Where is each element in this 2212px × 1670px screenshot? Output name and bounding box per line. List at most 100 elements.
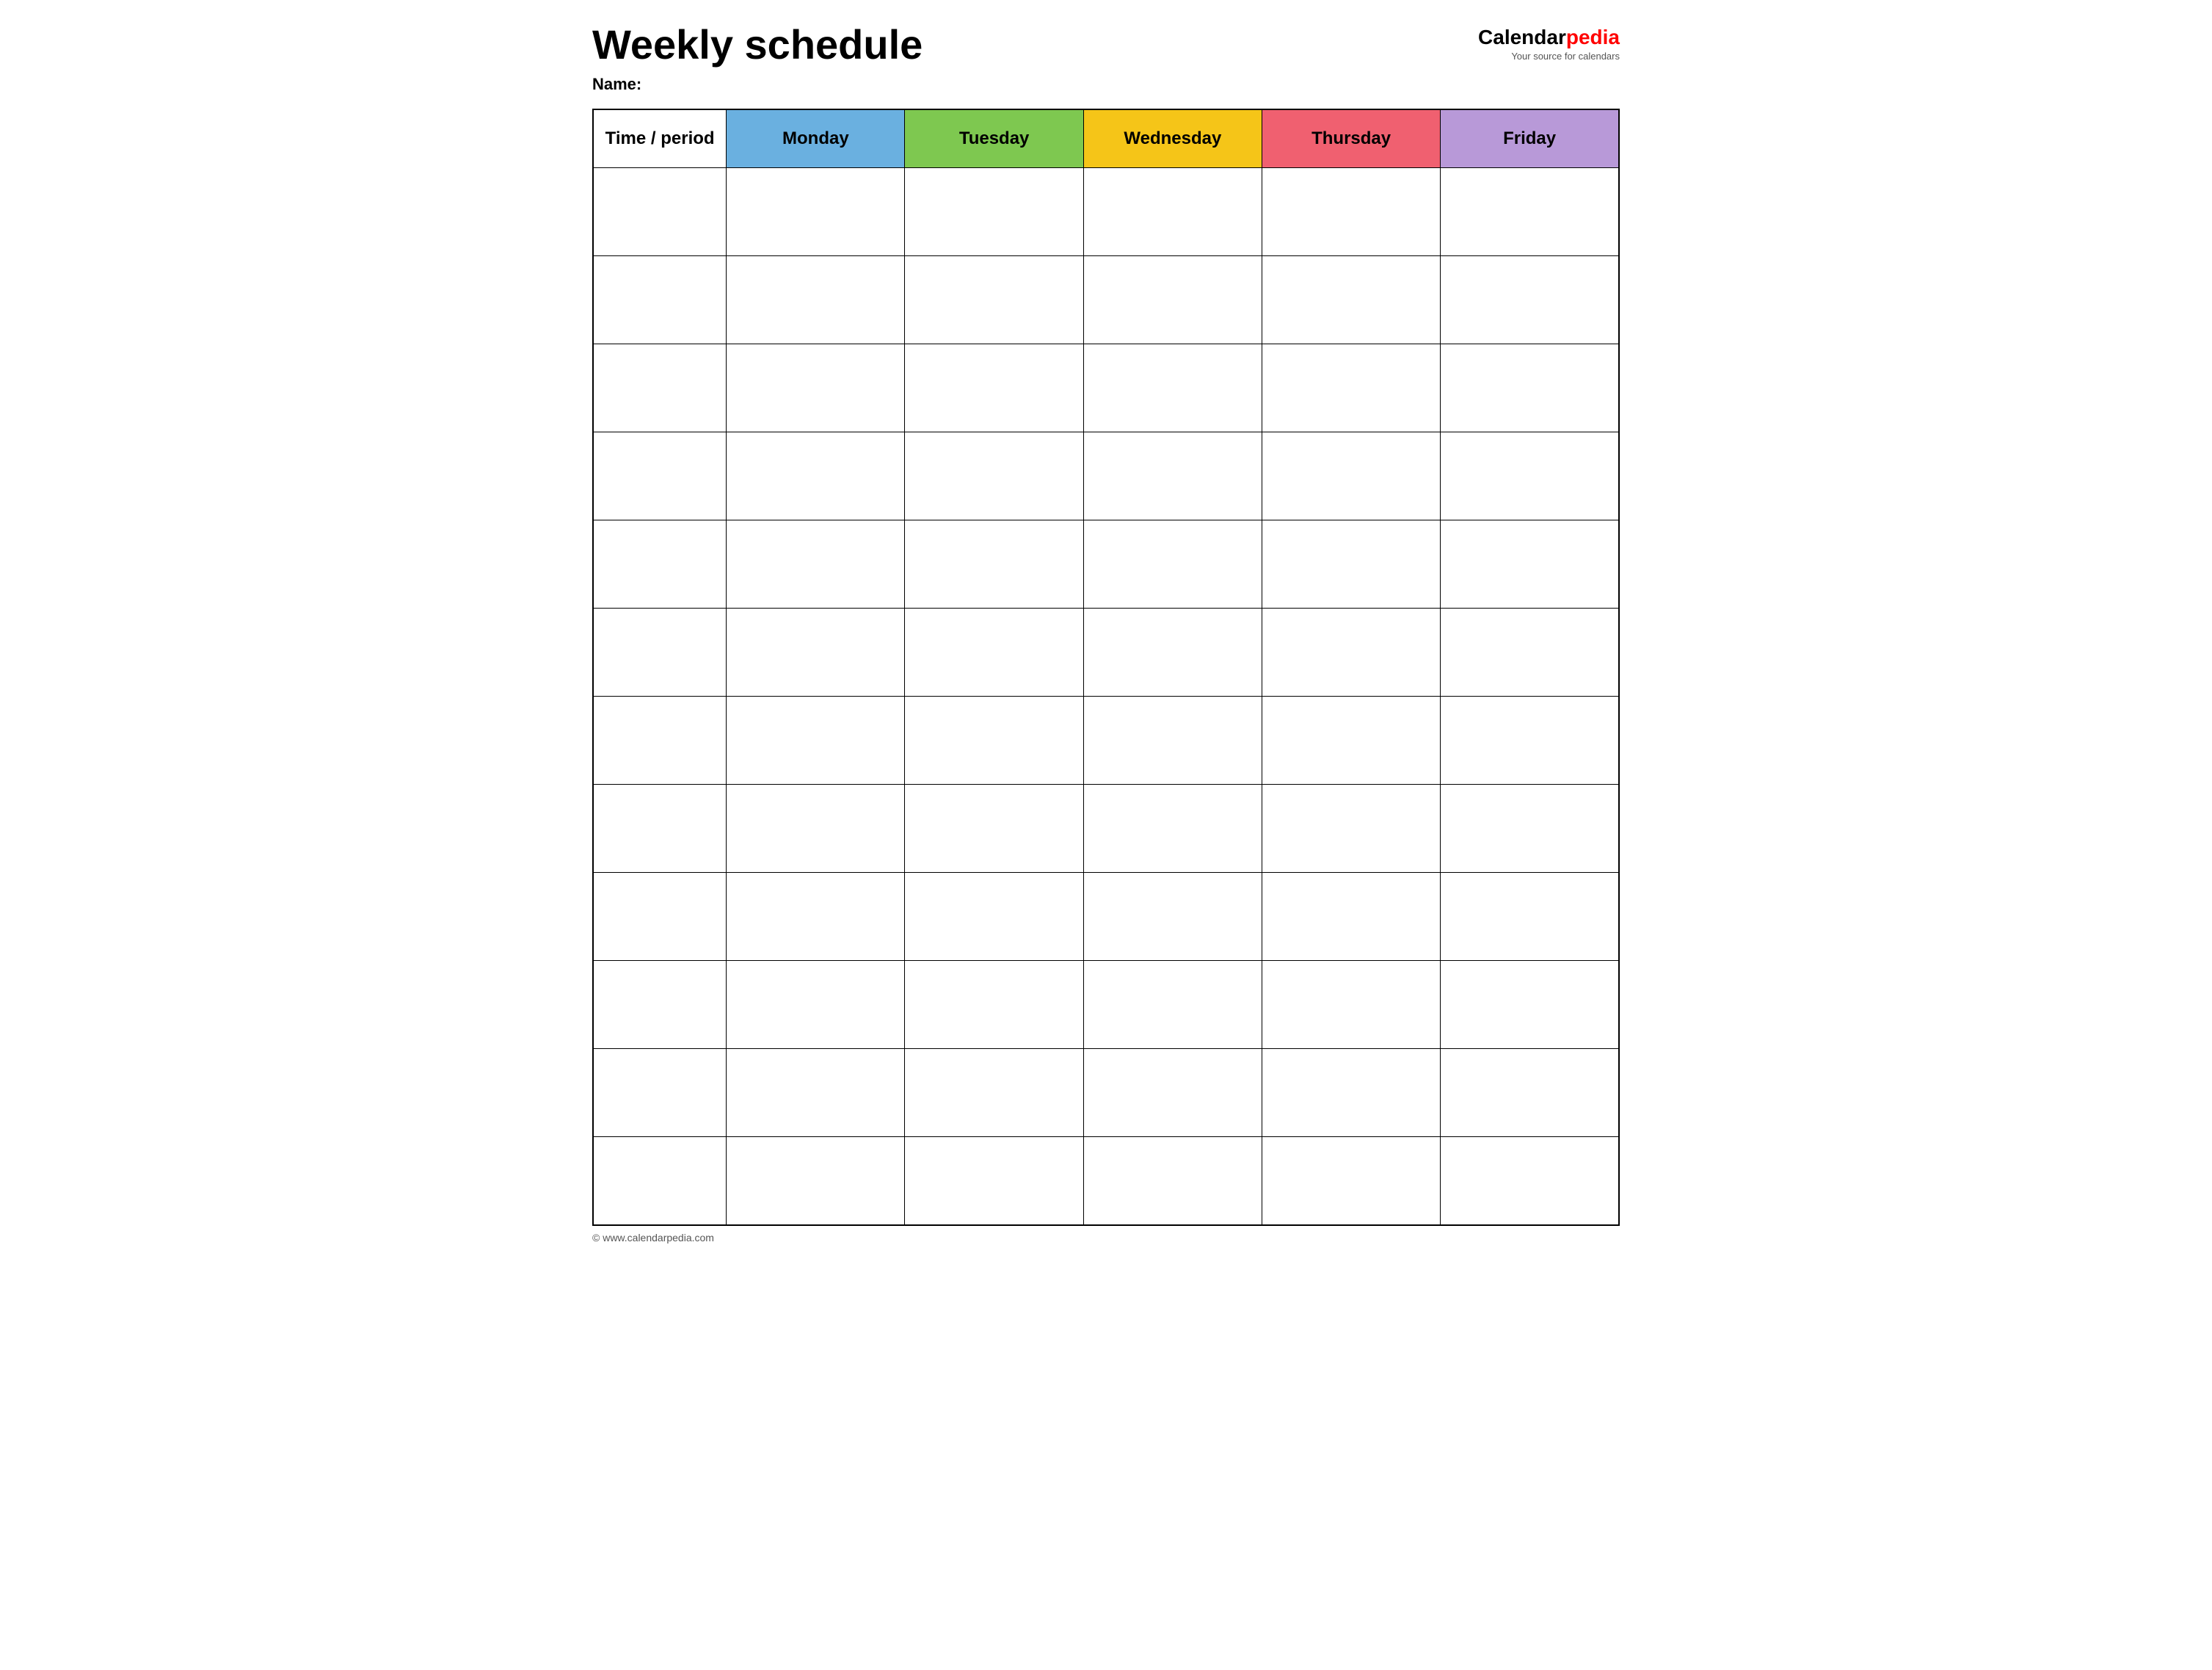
col-header-friday: Friday — [1441, 109, 1619, 168]
page-container: Weekly schedule Calendarpedia Your sourc… — [592, 22, 1620, 1244]
table-cell[interactable] — [1441, 344, 1619, 432]
table-cell[interactable] — [905, 1137, 1083, 1225]
table-cell[interactable] — [1441, 1137, 1619, 1225]
schedule-table: Time / period Monday Tuesday Wednesday T… — [592, 109, 1620, 1226]
table-cell[interactable] — [593, 432, 727, 520]
table-cell[interactable] — [593, 961, 727, 1049]
table-cell[interactable] — [727, 256, 905, 344]
table-row — [593, 961, 1619, 1049]
table-cell[interactable] — [1262, 432, 1440, 520]
table-cell[interactable] — [593, 1049, 727, 1137]
table-cell[interactable] — [1262, 697, 1440, 785]
table-cell[interactable] — [593, 1137, 727, 1225]
table-cell[interactable] — [1262, 961, 1440, 1049]
table-cell[interactable] — [1083, 697, 1262, 785]
table-row — [593, 256, 1619, 344]
col-header-monday: Monday — [727, 109, 905, 168]
table-cell[interactable] — [1262, 873, 1440, 961]
table-cell[interactable] — [1083, 520, 1262, 609]
table-cell[interactable] — [1083, 785, 1262, 873]
col-header-time: Time / period — [593, 109, 727, 168]
table-cell[interactable] — [727, 432, 905, 520]
table-row — [593, 1049, 1619, 1137]
table-cell[interactable] — [593, 697, 727, 785]
table-cell[interactable] — [1262, 520, 1440, 609]
table-cell[interactable] — [1083, 961, 1262, 1049]
table-cell[interactable] — [905, 168, 1083, 256]
table-cell[interactable] — [905, 873, 1083, 961]
table-row — [593, 1137, 1619, 1225]
table-cell[interactable] — [1441, 961, 1619, 1049]
table-row — [593, 168, 1619, 256]
table-row — [593, 873, 1619, 961]
table-cell[interactable] — [1083, 168, 1262, 256]
table-cell[interactable] — [1083, 256, 1262, 344]
table-cell[interactable] — [727, 1049, 905, 1137]
logo-container: Calendarpedia Your source for calendars — [1478, 26, 1620, 62]
table-cell[interactable] — [1083, 1049, 1262, 1137]
table-cell[interactable] — [727, 609, 905, 697]
col-header-thursday: Thursday — [1262, 109, 1440, 168]
table-cell[interactable] — [593, 520, 727, 609]
table-cell[interactable] — [1262, 168, 1440, 256]
logo-pedia-part: pedia — [1566, 26, 1620, 48]
table-cell[interactable] — [727, 873, 905, 961]
table-cell[interactable] — [727, 697, 905, 785]
table-cell[interactable] — [1441, 785, 1619, 873]
table-cell[interactable] — [1441, 1049, 1619, 1137]
table-cell[interactable] — [1441, 520, 1619, 609]
table-cell[interactable] — [1441, 697, 1619, 785]
table-cell[interactable] — [1083, 344, 1262, 432]
table-cell[interactable] — [905, 1049, 1083, 1137]
table-row — [593, 344, 1619, 432]
table-cell[interactable] — [727, 344, 905, 432]
table-cell[interactable] — [1083, 432, 1262, 520]
table-cell[interactable] — [1262, 256, 1440, 344]
table-cell[interactable] — [727, 168, 905, 256]
table-cell[interactable] — [905, 432, 1083, 520]
table-row — [593, 432, 1619, 520]
header-row-table: Time / period Monday Tuesday Wednesday T… — [593, 109, 1619, 168]
col-header-tuesday: Tuesday — [905, 109, 1083, 168]
table-row — [593, 520, 1619, 609]
table-cell[interactable] — [593, 609, 727, 697]
table-cell[interactable] — [593, 344, 727, 432]
table-cell[interactable] — [1262, 344, 1440, 432]
table-cell[interactable] — [1262, 609, 1440, 697]
table-cell[interactable] — [1262, 1137, 1440, 1225]
logo-calendar-part: Calendar — [1478, 26, 1566, 48]
table-cell[interactable] — [905, 609, 1083, 697]
col-header-wednesday: Wednesday — [1083, 109, 1262, 168]
table-cell[interactable] — [905, 520, 1083, 609]
table-cell[interactable] — [905, 785, 1083, 873]
table-cell[interactable] — [1441, 432, 1619, 520]
table-cell[interactable] — [905, 697, 1083, 785]
footer-url: © www.calendarpedia.com — [592, 1232, 714, 1244]
table-cell[interactable] — [727, 1137, 905, 1225]
table-cell[interactable] — [727, 785, 905, 873]
table-cell[interactable] — [905, 344, 1083, 432]
page-title: Weekly schedule — [592, 22, 923, 68]
table-cell[interactable] — [593, 168, 727, 256]
table-cell[interactable] — [1441, 873, 1619, 961]
logo-text: Calendarpedia — [1478, 26, 1620, 49]
table-row — [593, 609, 1619, 697]
footer: © www.calendarpedia.com — [592, 1232, 1620, 1244]
schedule-body — [593, 168, 1619, 1225]
table-cell[interactable] — [1083, 609, 1262, 697]
table-cell[interactable] — [905, 256, 1083, 344]
table-cell[interactable] — [727, 520, 905, 609]
table-row — [593, 785, 1619, 873]
table-cell[interactable] — [1441, 168, 1619, 256]
table-cell[interactable] — [1262, 1049, 1440, 1137]
table-cell[interactable] — [593, 873, 727, 961]
table-cell[interactable] — [1441, 256, 1619, 344]
table-cell[interactable] — [593, 785, 727, 873]
table-cell[interactable] — [905, 961, 1083, 1049]
table-cell[interactable] — [1083, 1137, 1262, 1225]
table-cell[interactable] — [727, 961, 905, 1049]
table-cell[interactable] — [1441, 609, 1619, 697]
table-cell[interactable] — [593, 256, 727, 344]
table-cell[interactable] — [1083, 873, 1262, 961]
table-cell[interactable] — [1262, 785, 1440, 873]
